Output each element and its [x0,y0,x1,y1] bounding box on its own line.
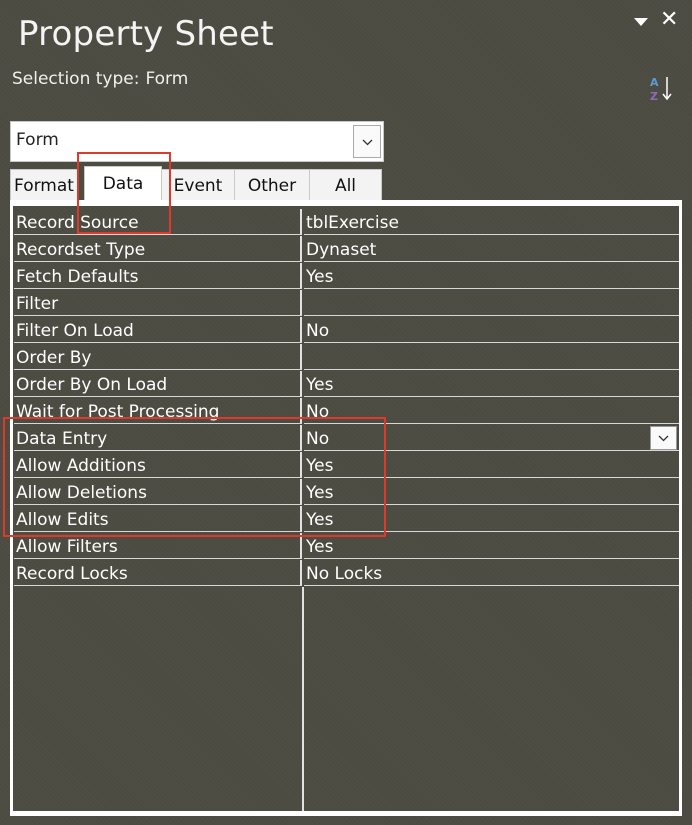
property-grid-panel: Record Source tblExercise Recordset Type D… [10,200,682,816]
property-value[interactable]: No Locks [304,560,679,586]
property-value[interactable]: Dynaset [304,236,679,262]
selection-type-value: Form [145,69,189,89]
property-name: Fetch Defaults [14,263,302,289]
property-value[interactable]: No [304,425,679,451]
property-row[interactable]: Filter [13,290,679,317]
property-name: Record Locks [14,560,302,586]
close-icon[interactable]: ✕ [660,8,678,32]
property-value[interactable] [304,290,679,316]
tab-format[interactable]: Format [10,169,78,200]
property-row-selected[interactable]: Data Entry No [13,425,679,452]
selection-type: Selection type: Form [12,69,188,89]
property-row[interactable]: Recordset Type Dynaset [13,236,679,263]
chevron-down-icon [658,435,669,442]
property-name: Filter [14,290,302,316]
value-dropdown-button[interactable] [650,426,677,450]
property-name: Order By On Load [14,371,302,397]
selection-type-label: Selection type: [12,69,140,89]
property-row[interactable]: Record Locks No Locks [13,560,679,587]
column-divider [302,587,304,811]
property-grid: Record Source tblExercise Recordset Type D… [12,205,680,812]
property-name: Order By [14,344,302,370]
property-value[interactable]: Yes [304,263,679,289]
object-combo-value: Form [16,130,59,150]
property-name: Wait for Post Processing [14,398,302,424]
property-row[interactable]: Filter On Load No [13,317,679,344]
property-value[interactable] [304,344,679,370]
property-name: Recordset Type [14,236,302,262]
property-row[interactable]: Allow Filters Yes [13,533,679,560]
tab-other[interactable]: Other [234,169,310,200]
property-row[interactable]: Allow Deletions Yes [13,479,679,506]
tab-event[interactable]: Event [161,169,235,200]
property-name: Data Entry [14,425,302,451]
property-name: Record Source [14,209,302,235]
pin-dropdown-icon[interactable] [634,18,648,26]
property-value[interactable]: Yes [304,479,679,505]
chevron-down-icon [362,139,373,146]
window-title: Property Sheet [18,14,274,54]
property-row[interactable]: Fetch Defaults Yes [13,263,679,290]
property-row[interactable]: Order By On Load Yes [13,371,679,398]
property-row[interactable]: Record Source tblExercise [13,209,679,236]
property-name: Allow Filters [14,533,302,559]
sort-az-icon[interactable]: A Z [648,74,674,104]
property-name: Allow Deletions [14,479,302,505]
property-name: Allow Edits [14,506,302,532]
object-combo[interactable]: Form [10,121,384,162]
combo-dropdown-button[interactable] [353,125,381,158]
property-value[interactable]: tblExercise [304,209,679,235]
property-name: Allow Additions [14,452,302,478]
property-value[interactable]: Yes [304,533,679,559]
property-value[interactable]: Yes [304,371,679,397]
tab-data[interactable]: Data [84,166,162,202]
property-value[interactable]: Yes [304,452,679,478]
svg-text:A: A [650,76,659,89]
tab-all[interactable]: All [309,169,382,200]
property-row[interactable]: Allow Additions Yes [13,452,679,479]
property-row[interactable]: Allow Edits Yes [13,506,679,533]
property-value[interactable]: No [304,317,679,343]
property-value-text: No [306,429,330,449]
property-row[interactable]: Wait for Post Processing No [13,398,679,425]
property-row[interactable]: Order By [13,344,679,371]
property-name: Filter On Load [14,317,302,343]
property-value[interactable]: Yes [304,506,679,532]
svg-text:Z: Z [650,90,658,103]
property-value[interactable]: No [304,398,679,424]
